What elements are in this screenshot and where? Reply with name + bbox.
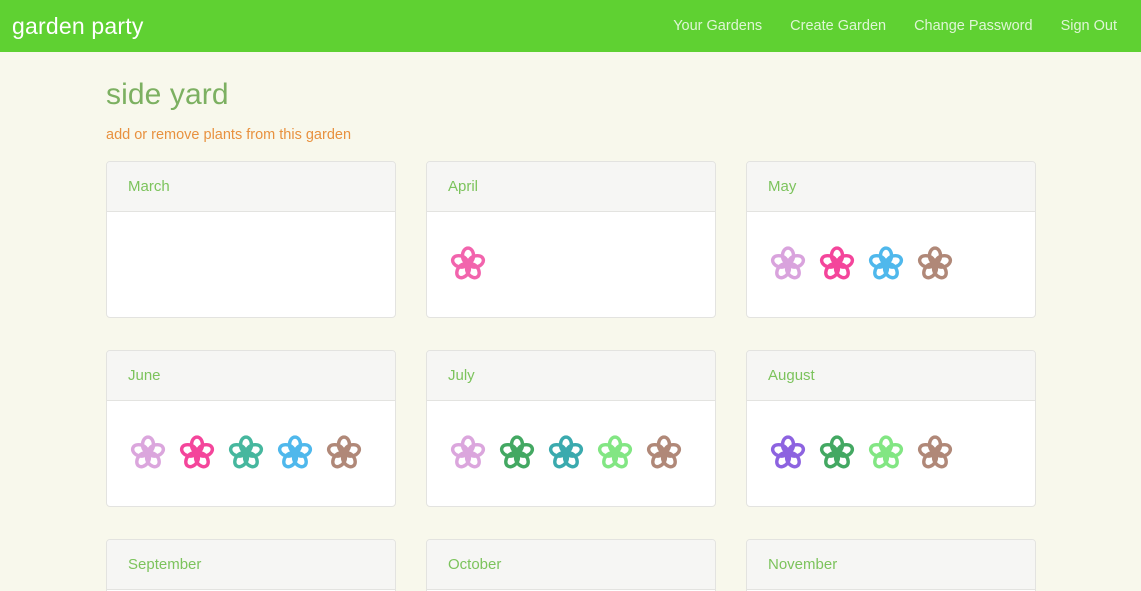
month-plant-list — [747, 212, 1035, 317]
month-card: March — [106, 160, 396, 318]
month-card: July — [426, 349, 716, 507]
month-card-header: June — [107, 350, 395, 401]
sky-blue-flower-icon[interactable] — [867, 245, 905, 283]
month-plant-list — [107, 212, 395, 317]
hot-pink-flower-icon[interactable] — [818, 245, 856, 283]
month-card-header: July — [427, 350, 715, 401]
month-plant-list — [427, 212, 715, 317]
nav-sign-out[interactable]: Sign Out — [1047, 18, 1127, 34]
month-card: August — [746, 349, 1036, 507]
month-name: May — [768, 177, 797, 195]
month-plant-list — [107, 401, 395, 506]
month-card-header: November — [747, 539, 1035, 590]
month-card-header: April — [427, 161, 715, 212]
nav-create-garden[interactable]: Create Garden — [776, 18, 900, 34]
orchid-flower-icon[interactable] — [129, 434, 167, 472]
rosy-brown-flower-icon[interactable] — [916, 434, 954, 472]
rosy-brown-flower-icon[interactable] — [645, 434, 683, 472]
month-name: March — [128, 177, 170, 195]
page-content: side yard add or remove plants from this… — [0, 52, 1141, 591]
teal-flower-icon[interactable] — [227, 434, 265, 472]
light-green-flower-icon[interactable] — [596, 434, 634, 472]
month-name: June — [128, 366, 161, 384]
month-name: April — [448, 177, 479, 195]
hot-pink-flower-icon[interactable] — [178, 434, 216, 472]
month-card-header: September — [107, 539, 395, 590]
month-card: June — [106, 349, 396, 507]
sea-green-flower-icon[interactable] — [818, 434, 856, 472]
nav-change-password[interactable]: Change Password — [900, 18, 1047, 34]
month-card-header: May — [747, 161, 1035, 212]
top-navigation-bar: garden party Your Gardens Create Garden Ch… — [0, 0, 1141, 52]
light-green-flower-icon[interactable] — [867, 434, 905, 472]
hot-pink-flower-icon[interactable] — [449, 245, 487, 283]
month-card-header: August — [747, 350, 1035, 401]
page-title: side yard — [106, 78, 229, 111]
rosy-brown-flower-icon[interactable] — [325, 434, 363, 472]
month-card: October — [426, 538, 716, 591]
nav-your-gardens[interactable]: Your Gardens — [659, 18, 776, 34]
month-plant-list — [427, 401, 715, 506]
month-name: September — [128, 555, 202, 573]
month-card: November — [746, 538, 1036, 591]
rosy-brown-flower-icon[interactable] — [916, 245, 954, 283]
page-subtitle: add or remove plants from this garden — [106, 127, 352, 143]
sea-green-flower-icon[interactable] — [498, 434, 536, 472]
sky-blue-flower-icon[interactable] — [276, 434, 314, 472]
month-card-header: October — [427, 539, 715, 590]
month-card: May — [746, 160, 1036, 318]
month-card: April — [426, 160, 716, 318]
medium-purple-flower-icon[interactable] — [769, 434, 807, 472]
app-logo[interactable]: garden party — [12, 14, 144, 38]
month-plant-list — [747, 401, 1035, 506]
orchid-flower-icon[interactable] — [769, 245, 807, 283]
month-name: November — [768, 555, 838, 573]
month-name: October — [448, 555, 502, 573]
month-name: July — [448, 366, 475, 384]
month-name: August — [768, 366, 815, 384]
teal-flower-icon[interactable] — [547, 434, 585, 472]
orchid-flower-icon[interactable] — [449, 434, 487, 472]
month-card-header: March — [107, 161, 395, 212]
nav-links: Your Gardens Create Garden Change Password… — [659, 18, 1129, 34]
month-card: September — [106, 538, 396, 591]
month-card-grid: March April May June July August September Octo… — [0, 143, 1141, 591]
